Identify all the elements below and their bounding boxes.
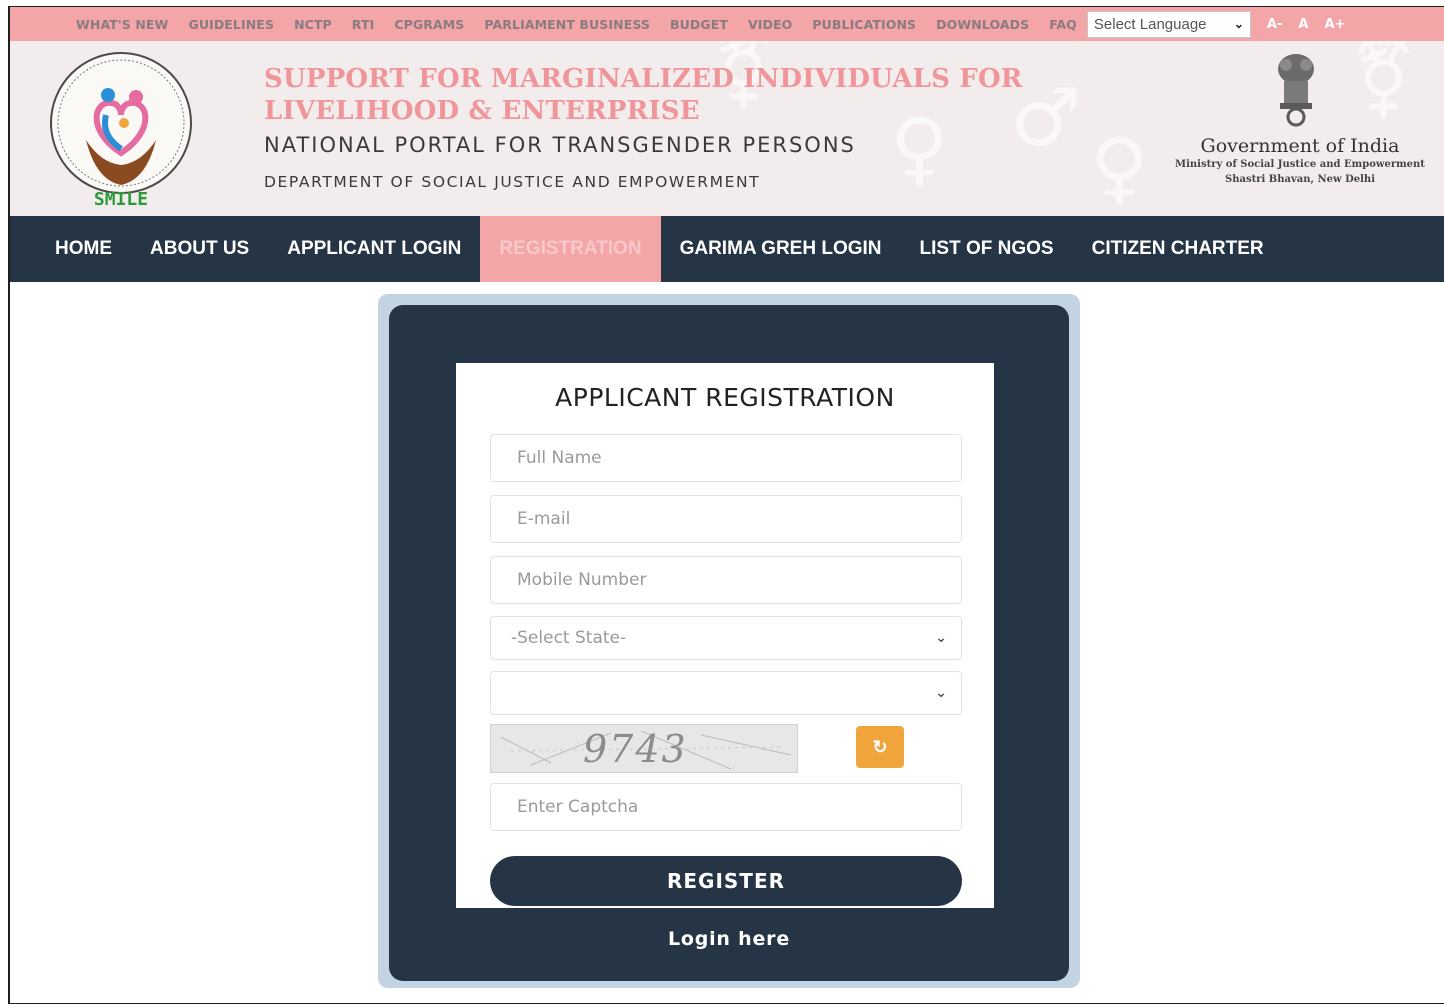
state-select[interactable]: -Select State- ⌄	[490, 616, 962, 660]
mobile-placeholder: Mobile Number	[517, 570, 647, 590]
top-utility-bar: WHAT'S NEW GUIDELINES NCTP RTI CPGRAMS P…	[10, 7, 1444, 41]
topbar-link-guidelines[interactable]: GUIDELINES	[188, 17, 274, 32]
chevron-down-icon: ⌄	[935, 630, 947, 646]
full-name-placeholder: Full Name	[517, 448, 602, 468]
gender-symbol-icon: ♀	[1090, 121, 1149, 214]
full-name-input[interactable]: Full Name	[490, 434, 962, 482]
captcha-text: 9743	[583, 727, 688, 771]
refresh-icon: ↻	[872, 736, 888, 757]
logo-text: SMILE	[94, 189, 148, 209]
font-decrease-button[interactable]: A-	[1267, 17, 1282, 32]
form-heading: APPLICANT REGISTRATION	[555, 383, 895, 412]
nav-item-home[interactable]: HOME	[36, 216, 131, 282]
login-here-link[interactable]: Login here	[389, 928, 1069, 950]
email-input[interactable]: E-mail	[490, 495, 962, 543]
language-select[interactable]: Select Language ⌄	[1086, 10, 1251, 38]
department-name: DEPARTMENT OF SOCIAL JUSTICE AND EMPOWER…	[264, 173, 761, 191]
chevron-down-icon: ⌄	[935, 685, 947, 701]
mobile-number-input[interactable]: Mobile Number	[490, 556, 962, 604]
topbar-link-budget[interactable]: BUDGET	[670, 17, 728, 32]
ministry-name: Ministry of Social Justice and Empowerme…	[1175, 159, 1425, 170]
topbar-link-faq[interactable]: FAQ	[1049, 17, 1077, 32]
topbar-link-publications[interactable]: PUBLICATIONS	[812, 17, 916, 32]
topbar-link-nctp[interactable]: NCTP	[294, 17, 332, 32]
email-placeholder: E-mail	[517, 509, 571, 529]
gov-title: Government of India	[1200, 135, 1400, 157]
registration-form: APPLICANT REGISTRATION Full Name E-mail …	[456, 363, 994, 908]
topbar-link-cpgrams[interactable]: CPGRAMS	[394, 17, 464, 32]
chevron-down-icon: ⌄	[1233, 17, 1244, 31]
main-nav: HOME ABOUT US APPLICANT LOGIN REGISTRATI…	[10, 216, 1444, 282]
font-normal-button[interactable]: A	[1298, 17, 1308, 32]
page-title: SUPPORT FOR MARGINALIZED INDIVIDUALS FOR…	[264, 64, 1023, 126]
nav-item-list-of-ngos[interactable]: LIST OF NGOS	[901, 216, 1073, 282]
nav-item-applicant-login[interactable]: APPLICANT LOGIN	[268, 216, 480, 282]
state-select-value: -Select State-	[511, 628, 627, 648]
topbar-link-whats-new[interactable]: WHAT'S NEW	[76, 17, 168, 32]
refresh-captcha-button[interactable]: ↻	[856, 726, 904, 768]
captcha-placeholder: Enter Captcha	[517, 797, 639, 817]
topbar-link-rti[interactable]: RTI	[352, 17, 375, 32]
captcha-input[interactable]: Enter Captcha	[490, 783, 962, 831]
topbar-link-parliament-business[interactable]: PARLIAMENT BUSINESS	[484, 17, 650, 32]
register-button[interactable]: REGISTER	[490, 856, 962, 906]
portal-subtitle: NATIONAL PORTAL FOR TRANSGENDER PERSONS	[264, 133, 856, 157]
site-header: ⚧ ♀ ♂ ⚧ ♀ SMILE SUPPORT FOR MARGINALIZED…	[10, 41, 1444, 216]
nav-item-garima-greh-login[interactable]: GARIMA GREH LOGIN	[661, 216, 901, 282]
font-increase-button[interactable]: A+	[1324, 17, 1345, 32]
national-emblem-icon	[1278, 54, 1314, 127]
topbar-link-downloads[interactable]: DOWNLOADS	[936, 17, 1029, 32]
district-select[interactable]: ⌄	[490, 671, 962, 715]
nav-item-registration[interactable]: REGISTRATION	[480, 216, 661, 282]
nav-item-about-us[interactable]: ABOUT US	[131, 216, 268, 282]
smile-logo[interactable]: SMILE	[46, 45, 196, 209]
government-of-india-block: Government of India Ministry of Social J…	[1160, 135, 1440, 185]
ministry-address: Shastri Bhavan, New Delhi	[1225, 174, 1375, 185]
captcha-image: 9743	[490, 724, 798, 773]
gender-symbol-icon: ⚧	[1350, 41, 1418, 124]
topbar-link-video[interactable]: VIDEO	[748, 17, 792, 32]
nav-item-citizen-charter[interactable]: CITIZEN CHARTER	[1073, 216, 1283, 282]
language-select-value: Select Language	[1093, 15, 1207, 33]
